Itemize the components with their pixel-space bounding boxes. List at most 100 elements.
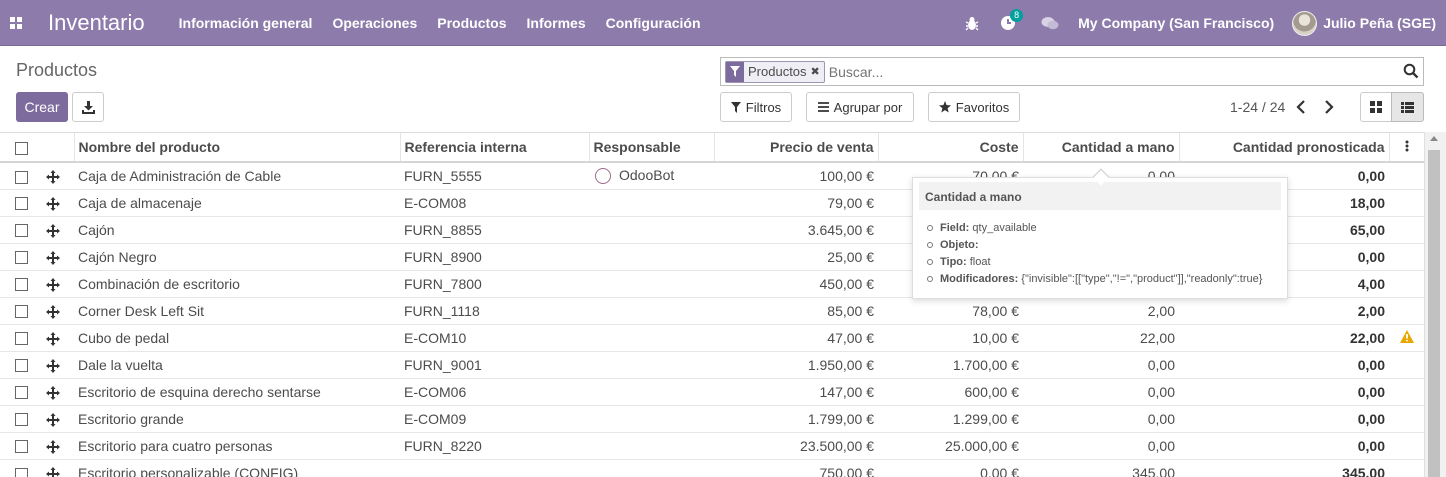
menu-informes[interactable]: Informes xyxy=(517,15,596,31)
table-row[interactable]: Escritorio de esquina derecho sentarse E-… xyxy=(0,377,1424,405)
scroll-up-arrow-icon[interactable] xyxy=(1430,136,1438,141)
apps-menu-icon[interactable] xyxy=(0,0,32,46)
tooltip-type: Tipo: float xyxy=(927,254,1287,271)
filters-label: Filtros xyxy=(745,99,782,115)
row-checkbox[interactable] xyxy=(0,215,42,243)
company-switcher[interactable]: My Company (San Francisco) xyxy=(1078,15,1274,31)
row-checkbox[interactable] xyxy=(0,188,42,216)
menu-informacion-general[interactable]: Información general xyxy=(169,15,323,31)
top-navbar: Inventario Información general Operacion… xyxy=(0,0,1446,46)
cell-qty-on-hand: 0,00 xyxy=(1023,350,1179,378)
search-input[interactable] xyxy=(828,63,1423,80)
cell-warning xyxy=(1389,458,1424,477)
row-checkbox[interactable] xyxy=(0,377,42,405)
cell-responsable-wrap xyxy=(589,323,714,351)
table-row[interactable]: Escritorio personalizable (CONFIG) 750,00… xyxy=(0,458,1424,477)
list-view-button[interactable] xyxy=(1391,92,1424,122)
column-header-onhand[interactable]: Cantidad a mano xyxy=(1022,133,1179,163)
cell-qty-forecast: 0,00 xyxy=(1179,377,1389,405)
column-header-responsable[interactable]: Responsable xyxy=(588,133,714,163)
cell-responsable-wrap xyxy=(589,350,714,378)
warning-icon[interactable] xyxy=(1399,329,1414,343)
search-bar: Productos ✖ xyxy=(720,57,1424,86)
column-header-cost[interactable]: Coste xyxy=(877,133,1023,163)
menu-configuracion[interactable]: Configuración xyxy=(596,15,711,31)
activity-clock-icon[interactable]: 8 xyxy=(998,9,1024,33)
facet-remove-icon[interactable]: ✖ xyxy=(811,65,824,78)
row-drag-handle[interactable] xyxy=(42,269,74,297)
cell-internal-ref: E-COM10 xyxy=(400,323,589,351)
menu-productos[interactable]: Productos xyxy=(427,15,516,31)
pager-previous-icon[interactable] xyxy=(1294,99,1308,115)
row-checkbox[interactable] xyxy=(0,323,42,351)
table-row[interactable]: Escritorio para cuatro personas FURN_8220… xyxy=(0,431,1424,459)
pager-value[interactable]: 1-24 / 24 xyxy=(1230,99,1285,115)
row-checkbox[interactable] xyxy=(0,350,42,378)
row-drag-handle[interactable] xyxy=(42,323,74,351)
group-by-button[interactable]: Agrupar por xyxy=(806,92,914,122)
user-avatar[interactable] xyxy=(1292,10,1318,36)
select-all-checkbox[interactable] xyxy=(0,133,42,163)
cell-qty-forecast: 2,00 xyxy=(1179,296,1389,324)
debug-bug-icon[interactable] xyxy=(962,13,982,33)
main-menu: Información general Operaciones Producto… xyxy=(169,0,711,46)
table-row[interactable]: Escritorio grande E-COM09 1.799,00 €1.299,… xyxy=(0,404,1424,432)
favorites-button[interactable]: Favoritos xyxy=(928,92,1020,122)
user-menu[interactable]: Julio Peña (SGE) xyxy=(1323,15,1436,31)
app-title[interactable]: Inventario xyxy=(48,10,145,36)
table-row[interactable]: Cubo de pedal E-COM10 47,00 €10,00 €22,00 2… xyxy=(0,323,1424,351)
row-checkbox[interactable] xyxy=(0,269,42,297)
column-header-ref[interactable]: Referencia interna xyxy=(399,133,589,163)
messages-chat-icon[interactable] xyxy=(1040,13,1060,33)
row-drag-handle[interactable] xyxy=(42,431,74,459)
row-drag-handle[interactable] xyxy=(42,377,74,405)
row-checkbox[interactable] xyxy=(0,161,42,189)
cell-sale-price: 1.799,00 € xyxy=(714,404,878,432)
optional-columns-toggle[interactable] xyxy=(1388,133,1424,163)
vertical-scrollbar[interactable] xyxy=(1424,132,1446,477)
row-drag-handle[interactable] xyxy=(42,188,74,216)
cell-product-name: Escritorio grande xyxy=(74,404,400,432)
drag-handle-icon xyxy=(46,250,60,265)
page-title: Productos xyxy=(16,60,98,80)
row-drag-handle[interactable] xyxy=(42,404,74,432)
tooltip-field: Field: qty_available xyxy=(927,220,1287,237)
row-checkbox[interactable] xyxy=(0,242,42,270)
menu-operaciones[interactable]: Operaciones xyxy=(322,15,427,31)
cell-sale-price: 750,00 € xyxy=(714,458,878,477)
row-drag-handle[interactable] xyxy=(42,458,74,477)
cell-qty-on-hand: 2,00 xyxy=(1023,296,1179,324)
row-checkbox[interactable] xyxy=(0,404,42,432)
column-header-forecast[interactable]: Cantidad pronosticada xyxy=(1178,133,1389,163)
column-header-name[interactable]: Nombre del producto xyxy=(73,133,400,163)
filters-button[interactable]: Filtros xyxy=(720,92,792,122)
column-header-price[interactable]: Precio de venta xyxy=(713,133,878,163)
kanban-view-button[interactable] xyxy=(1360,92,1392,122)
row-checkbox[interactable] xyxy=(0,431,42,459)
create-button[interactable]: Crear xyxy=(16,92,68,122)
cell-cost: 78,00 € xyxy=(878,296,1023,324)
drag-handle-icon xyxy=(46,412,60,427)
pager-next-icon[interactable] xyxy=(1322,99,1336,115)
row-drag-handle[interactable] xyxy=(42,350,74,378)
cell-qty-on-hand: 22,00 xyxy=(1023,323,1179,351)
search-icon[interactable] xyxy=(1403,63,1419,79)
cell-qty-forecast: 0,00 xyxy=(1179,350,1389,378)
row-drag-handle[interactable] xyxy=(42,242,74,270)
cell-internal-ref: FURN_8900 xyxy=(400,242,589,270)
scrollbar-thumb[interactable] xyxy=(1428,150,1440,477)
row-drag-handle[interactable] xyxy=(42,296,74,324)
cell-cost: 600,00 € xyxy=(878,377,1023,405)
cell-sale-price: 3.645,00 € xyxy=(714,215,878,243)
field-tooltip: Cantidad a mano Field: qty_available Obj… xyxy=(912,168,1288,299)
cell-warning xyxy=(1389,350,1424,378)
row-checkbox[interactable] xyxy=(0,458,42,477)
cell-cost: 1.299,00 € xyxy=(878,404,1023,432)
cell-sale-price: 25,00 € xyxy=(714,242,878,270)
row-checkbox[interactable] xyxy=(0,296,42,324)
export-download-button[interactable] xyxy=(72,92,104,122)
row-drag-handle[interactable] xyxy=(42,215,74,243)
table-row[interactable]: Dale la vuelta FURN_9001 1.950,00 €1.700,0… xyxy=(0,350,1424,378)
table-row[interactable]: Corner Desk Left Sit FURN_1118 85,00 €78,0… xyxy=(0,296,1424,324)
row-drag-handle[interactable] xyxy=(42,161,74,189)
